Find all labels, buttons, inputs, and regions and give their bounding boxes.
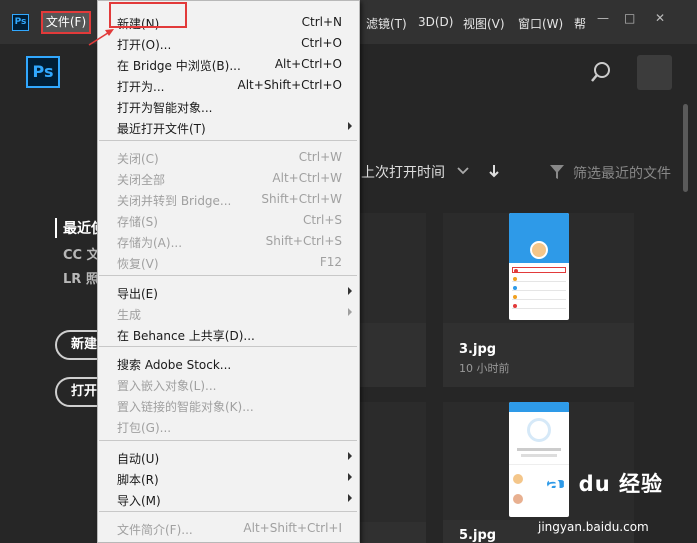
menu-item: 关闭全部 Alt+Ctrl+W <box>97 168 359 189</box>
menu-item: 恢复(V) F12 <box>97 252 359 273</box>
nav-cc-files[interactable]: CC 文件 <box>63 244 97 263</box>
menu-item-label: 脚本(R) <box>117 473 159 487</box>
menu-item-label: 在 Behance 上共享(D)... <box>117 329 255 343</box>
card-title: 5.jpg <box>459 528 497 543</box>
menu-item-shortcut: F12 <box>319 255 342 269</box>
menu-item-label: 存储(S) <box>117 215 158 229</box>
menu-item-label: 在 Bridge 中浏览(B)... <box>117 59 241 73</box>
menu-separator <box>99 346 357 347</box>
avatar[interactable] <box>637 55 672 90</box>
menu-item-shortcut: Shift+Ctrl+W <box>261 192 342 206</box>
menu-item-label: 自动(U) <box>117 452 160 466</box>
menu-item: 存储(S) Ctrl+S <box>97 210 359 231</box>
chevron-down-icon[interactable] <box>456 164 470 178</box>
menu-item-label: 打包(G)... <box>117 421 172 435</box>
menu-item[interactable]: 导出(E) <box>97 282 359 303</box>
menu-item[interactable]: 最近打开文件(T) <box>97 117 359 138</box>
sort-label[interactable]: 上次打开时间 <box>361 162 445 182</box>
menu-item-label: 恢复(V) <box>117 257 159 271</box>
baidu-jingyan-logo: Bai du 经验 <box>530 472 663 496</box>
annotation-arrow-icon <box>88 29 114 46</box>
menu-item-shortcut: Alt+Ctrl+W <box>272 171 342 185</box>
menu-filter[interactable]: 滤镜(T) <box>366 15 407 32</box>
menu-3d[interactable]: 3D(D) <box>418 15 453 29</box>
menu-item-shortcut: Ctrl+N <box>301 15 342 29</box>
menu-item[interactable]: 打开(O)... Ctrl+O <box>97 33 359 54</box>
menu-separator <box>99 511 357 512</box>
menu-item-shortcut: Ctrl+W <box>298 150 342 164</box>
menu-item: 文件简介(F)... Alt+Shift+Ctrl+I <box>97 518 359 539</box>
ps-logo: Ps <box>26 56 60 88</box>
menu-item: 关闭并转到 Bridge... Shift+Ctrl+W <box>97 189 359 210</box>
recent-file-card[interactable]: 3.jpg 10 小时前 <box>443 213 634 387</box>
submenu-arrow-icon <box>348 287 352 295</box>
menu-item-label: 导入(M) <box>117 494 161 508</box>
menu-help[interactable]: 帮 <box>574 15 586 32</box>
app-badge: Ps <box>12 14 29 31</box>
card-title: 3.jpg <box>459 342 497 357</box>
menu-window[interactable]: 窗口(W) <box>518 15 563 32</box>
phone-screenshot-image <box>509 213 569 320</box>
filter-input[interactable]: 筛选最近的文件 <box>573 163 671 183</box>
menu-item-shortcut: Alt+Ctrl+O <box>274 57 342 71</box>
menu-item-label: 置入链接的智能对象(K)... <box>117 400 254 414</box>
submenu-arrow-icon <box>348 473 352 481</box>
submenu-arrow-icon <box>348 452 352 460</box>
submenu-arrow-icon <box>348 122 352 130</box>
menu-item-label: 导出(E) <box>117 287 158 301</box>
menu-file[interactable]: 文件(F) <box>41 11 91 34</box>
menu-item-label: 打开为智能对象... <box>117 101 213 115</box>
menu-item-shortcut: Alt+Shift+Ctrl+O <box>237 78 342 92</box>
card-subtitle: 10 小时前 <box>459 362 510 375</box>
menu-item: 置入嵌入对象(L)... <box>97 374 359 395</box>
menu-item-label: 文件简介(F)... <box>117 523 193 537</box>
watermark-url: jingyan.baidu.com <box>538 520 649 534</box>
submenu-arrow-icon <box>348 308 352 316</box>
scrollbar[interactable] <box>683 104 688 192</box>
menu-item-label: 生成 <box>117 308 142 322</box>
close-icon[interactable]: ✕ <box>655 12 667 24</box>
menu-item[interactable]: 打开为... Alt+Shift+Ctrl+O <box>97 75 359 96</box>
menu-item-shortcut: Ctrl+O <box>301 36 342 50</box>
menu-item-shortcut: Alt+Shift+Ctrl+I <box>243 521 342 535</box>
maximize-icon[interactable]: □ <box>624 12 636 24</box>
menu-item-label: 最近打开文件(T) <box>117 122 206 136</box>
menu-item: 置入链接的智能对象(K)... <box>97 395 359 416</box>
menu-item[interactable]: 打开为智能对象... <box>97 96 359 117</box>
menu-item-shortcut: Ctrl+S <box>302 213 342 227</box>
watermark: Bai du 经验 jingyan.baidu.com <box>530 468 690 540</box>
nav-lr-photos[interactable]: LR 照片 <box>63 268 97 287</box>
menu-item-label: 关闭全部 <box>117 173 166 187</box>
menu-item-label: 搜索 Adobe Stock... <box>117 358 232 372</box>
menu-item[interactable]: 在 Bridge 中浏览(B)... Alt+Ctrl+O <box>97 54 359 75</box>
menu-item-label: 关闭并转到 Bridge... <box>117 194 232 208</box>
menu-view[interactable]: 视图(V) <box>463 15 505 32</box>
nav-recent[interactable]: 最近使用项 <box>55 218 97 238</box>
menu-item-label: 打开(O)... <box>117 38 172 52</box>
submenu-arrow-icon <box>348 494 352 502</box>
minimize-icon[interactable]: — <box>597 12 609 24</box>
menu-item-label: 置入嵌入对象(L)... <box>117 379 217 393</box>
search-icon[interactable] <box>590 61 612 83</box>
menu-item[interactable]: 脚本(R) <box>97 468 359 489</box>
sort-arrow-icon[interactable] <box>487 163 501 179</box>
menu-item-label: 关闭(C) <box>117 152 159 166</box>
menu-item[interactable]: 自动(U) <box>97 447 359 468</box>
menu-item: 生成 <box>97 303 359 324</box>
menu-separator <box>99 275 357 276</box>
menu-item-label: 打开为... <box>117 80 165 94</box>
menu-item: 存储为(A)... Shift+Ctrl+S <box>97 231 359 252</box>
filter-icon <box>550 165 564 179</box>
menu-item[interactable]: 导入(M) <box>97 489 359 510</box>
menu-separator <box>99 140 357 141</box>
menu-item-shortcut: Shift+Ctrl+S <box>265 234 342 248</box>
menu-item: 关闭(C) Ctrl+W <box>97 147 359 168</box>
menu-item[interactable]: 在 Behance 上共享(D)... <box>97 324 359 345</box>
menu-item: 打包(G)... <box>97 416 359 437</box>
menu-separator <box>99 440 357 441</box>
new-item-highlight <box>109 2 187 28</box>
menu-item-label: 存储为(A)... <box>117 236 183 250</box>
menu-item[interactable]: 搜索 Adobe Stock... <box>97 353 359 374</box>
